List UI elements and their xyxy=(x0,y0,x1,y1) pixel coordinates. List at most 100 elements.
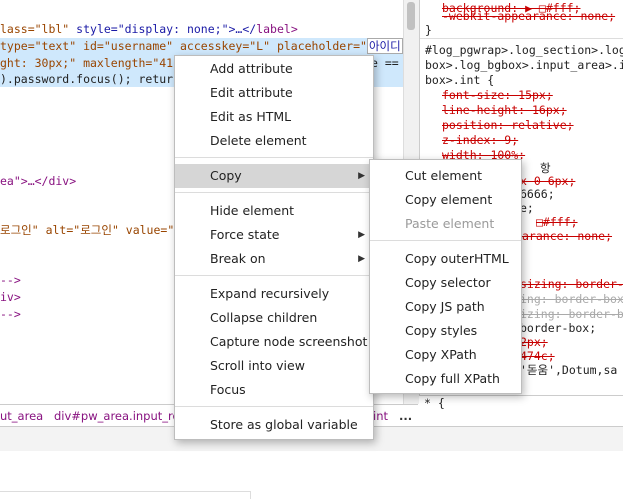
dom-node-line[interactable]: ).password.focus(); return xyxy=(0,71,180,88)
menu-item-hide-element[interactable]: Hide element xyxy=(175,199,373,223)
context-menu: Add attribute Edit attribute Edit as HTM… xyxy=(174,55,374,440)
chevron-right-icon: ▶ xyxy=(358,164,365,188)
dom-node-line[interactable]: --> xyxy=(0,306,21,323)
style-declaration[interactable]: z-index: 9; xyxy=(442,132,518,148)
menu-item-label: Delete element xyxy=(210,129,307,153)
rule-selector[interactable]: box>.log_bgbox>.input_area>.in xyxy=(425,57,623,73)
style-declaration[interactable]: position: relative; xyxy=(442,117,574,133)
menu-item-break-on[interactable]: Break on ▶ xyxy=(175,247,373,271)
code-value: 아이디 xyxy=(367,38,403,54)
menu-item-copy-full-xpath[interactable]: Copy full XPath xyxy=(370,367,521,391)
copy-submenu: Cut element Copy element Paste element C… xyxy=(369,159,522,394)
universal-selector[interactable]: * { xyxy=(424,396,445,410)
dom-node-line[interactable]: 로그인" alt="로그인" value=" xyxy=(0,222,174,239)
rule-close: } xyxy=(425,22,432,38)
menu-item-scroll-into-view[interactable]: Scroll into view xyxy=(175,354,373,378)
menu-separator xyxy=(175,192,373,193)
menu-item-label: Break on xyxy=(210,247,266,271)
breadcrumb-item[interactable]: ut_area xyxy=(0,405,43,427)
code-attr: type="text" id="username" accesskey="L" … xyxy=(0,39,367,53)
style-fragment[interactable]: ing: border-box xyxy=(520,291,623,307)
dom-node-line[interactable]: ght: 30px;" maxlength="41" xyxy=(0,55,180,72)
code-text: --> xyxy=(0,307,21,321)
menu-item-expand-recursively[interactable]: Expand recursively xyxy=(175,282,373,306)
code-text: iv> xyxy=(0,290,21,304)
dom-node-line[interactable]: ea">…</div> xyxy=(0,173,76,190)
menu-item-label: Cut element xyxy=(405,164,482,188)
menu-item-delete-element[interactable]: Delete element xyxy=(175,129,373,153)
menu-item-copy-xpath[interactable]: Copy XPath xyxy=(370,343,521,367)
menu-item-label: Capture node screenshot xyxy=(210,330,367,354)
style-fragment[interactable]: arance: none; xyxy=(522,228,612,244)
code-text: --> xyxy=(0,273,21,287)
menu-item-copy[interactable]: Copy ▶ xyxy=(175,164,373,188)
rule-selector[interactable]: box>.int { xyxy=(425,72,494,88)
styles-footer: * { xyxy=(419,395,623,427)
menu-item-copy-styles[interactable]: Copy styles xyxy=(370,319,521,343)
menu-item-label: Scroll into view xyxy=(210,354,305,378)
menu-item-edit-as-html[interactable]: Edit as HTML xyxy=(175,105,373,129)
rule-selector[interactable]: #log_pgwrap>.log_section>.log xyxy=(425,42,623,58)
menu-separator xyxy=(175,406,373,407)
menu-item-capture-node-screenshot[interactable]: Capture node screenshot xyxy=(175,330,373,354)
menu-item-label: Copy xyxy=(210,164,242,188)
menu-item-label: Copy JS path xyxy=(405,295,485,319)
code-attr: ght: 30px;" maxlength="41" xyxy=(0,56,180,70)
menu-separator xyxy=(175,275,373,276)
style-fragment[interactable]: sizing: border-b xyxy=(520,276,623,292)
menu-item-label: Collapse children xyxy=(210,306,317,330)
menu-item-label: Copy selector xyxy=(405,271,491,295)
code-attr: lass="lbl" xyxy=(0,22,76,36)
style-declaration[interactable]: font-size: 15px; xyxy=(442,87,553,103)
menu-item-force-state[interactable]: Force state ▶ xyxy=(175,223,373,247)
style-fragment[interactable]: '돋움',Dotum,sa xyxy=(520,362,617,378)
menu-item-label: Copy outerHTML xyxy=(405,247,509,271)
menu-item-cut-element[interactable]: Cut element xyxy=(370,164,521,188)
menu-item-copy-outerhtml[interactable]: Copy outerHTML xyxy=(370,247,521,271)
menu-separator xyxy=(175,157,373,158)
menu-item-label: Copy styles xyxy=(405,319,477,343)
menu-item-label: Focus xyxy=(210,378,246,402)
menu-item-collapse-children[interactable]: Collapse children xyxy=(175,306,373,330)
dom-node-line-selected[interactable]: type="text" id="username" accesskey="L" … xyxy=(0,38,403,55)
menu-item-copy-js-path[interactable]: Copy JS path xyxy=(370,295,521,319)
dom-node-line[interactable]: lass="lbl" style="display: none;">…</lab… xyxy=(0,21,298,38)
style-declaration[interactable]: line-height: 16px; xyxy=(442,102,567,118)
menu-item-store-as-global-variable[interactable]: Store as global variable xyxy=(175,413,373,437)
drawer-body xyxy=(0,451,623,498)
menu-item-label: Edit attribute xyxy=(210,81,293,105)
menu-item-label: Copy full XPath xyxy=(405,367,500,391)
menu-item-paste-element: Paste element xyxy=(370,212,521,236)
menu-item-label: Store as global variable xyxy=(210,413,358,437)
menu-item-label: Expand recursively xyxy=(210,282,329,306)
menu-item-label: Copy XPath xyxy=(405,343,477,367)
menu-item-edit-attribute[interactable]: Edit attribute xyxy=(175,81,373,105)
rule-divider xyxy=(420,38,623,39)
menu-item-add-attribute[interactable]: Add attribute xyxy=(175,57,373,81)
breadcrumb-overflow-button[interactable]: ... xyxy=(399,405,412,427)
style-declaration[interactable]: -webkit-appearance: none; xyxy=(442,8,615,24)
breadcrumb-item[interactable]: int xyxy=(373,405,388,427)
menu-item-label: Edit as HTML xyxy=(210,105,291,129)
code-value: style="display: none;">…</ xyxy=(76,22,256,36)
menu-item-focus[interactable]: Focus xyxy=(175,378,373,402)
dom-node-line[interactable]: --> xyxy=(0,272,21,289)
code-tag-end: > xyxy=(291,22,298,36)
scrollbar-thumb[interactable] xyxy=(407,2,415,30)
dom-node-eq: e == xyxy=(371,55,399,72)
menu-item-copy-selector[interactable]: Copy selector xyxy=(370,271,521,295)
menu-separator xyxy=(370,240,521,241)
breadcrumb-item[interactable]: div#pw_area.input_row xyxy=(54,405,189,427)
code-text: e == xyxy=(371,56,399,70)
code-text: ea">…</div> xyxy=(0,174,76,188)
menu-item-label: Force state xyxy=(210,223,279,247)
chevron-right-icon: ▶ xyxy=(358,247,365,271)
menu-item-label: Add attribute xyxy=(210,57,293,81)
code-tag: label xyxy=(256,22,291,36)
menu-item-copy-element[interactable]: Copy element xyxy=(370,188,521,212)
dom-node-line[interactable]: iv> xyxy=(0,289,21,306)
menu-item-label: Hide element xyxy=(210,199,294,223)
menu-item-label: Copy element xyxy=(405,188,492,212)
style-fragment[interactable]: e; xyxy=(520,200,534,216)
menu-item-label: Paste element xyxy=(405,212,494,236)
